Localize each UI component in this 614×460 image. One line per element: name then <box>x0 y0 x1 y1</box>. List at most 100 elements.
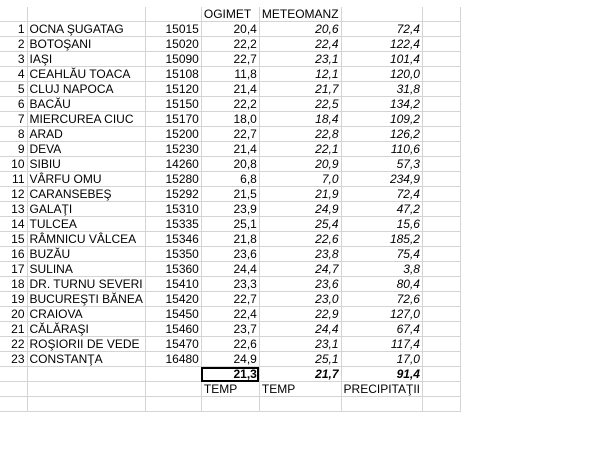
cell[interactable] <box>422 291 461 307</box>
total-ogimet-temp[interactable]: 21,3 <box>201 366 260 382</box>
ogimet-temp[interactable]: 20,8 <box>201 156 260 172</box>
row-number[interactable]: 4 <box>0 66 28 82</box>
ogimet-temp[interactable]: 22,4 <box>201 306 260 322</box>
row-number[interactable]: 22 <box>0 336 28 352</box>
total-precipitation[interactable]: 91,4 <box>341 366 423 382</box>
station-code[interactable]: 15090 <box>145 51 202 67</box>
meteomanz-temp[interactable]: 23,6 <box>259 276 342 292</box>
station-name[interactable]: IAŞI <box>27 51 146 67</box>
ogimet-temp[interactable]: 22,2 <box>201 36 260 52</box>
header-ogimet[interactable]: OGIMET <box>201 7 260 22</box>
ogimet-temp[interactable]: 25,1 <box>201 216 260 232</box>
precipitation[interactable]: 15,6 <box>341 216 423 232</box>
ogimet-temp[interactable]: 21,4 <box>201 81 260 97</box>
ogimet-temp[interactable]: 23,9 <box>201 201 260 217</box>
cell[interactable] <box>422 111 461 127</box>
cell[interactable] <box>341 396 423 412</box>
cell[interactable] <box>422 96 461 112</box>
ogimet-temp[interactable]: 22,2 <box>201 96 260 112</box>
station-code[interactable]: 15310 <box>145 201 202 217</box>
meteomanz-temp[interactable]: 22,4 <box>259 36 342 52</box>
cell[interactable] <box>0 366 28 382</box>
cell[interactable] <box>145 381 202 397</box>
precipitation[interactable]: 117,4 <box>341 336 423 352</box>
station-code[interactable]: 15410 <box>145 276 202 292</box>
cell[interactable] <box>422 381 461 397</box>
meteomanz-temp[interactable]: 21,7 <box>259 81 342 97</box>
station-name[interactable]: CLUJ NAPOCA <box>27 81 146 97</box>
cell[interactable] <box>422 141 461 157</box>
ogimet-temp[interactable]: 21,4 <box>201 141 260 157</box>
meteomanz-temp[interactable]: 23,1 <box>259 51 342 67</box>
precipitation[interactable]: 234,9 <box>341 171 423 187</box>
precipitation[interactable]: 122,4 <box>341 36 423 52</box>
meteomanz-temp[interactable]: 25,4 <box>259 216 342 232</box>
cell[interactable] <box>145 7 202 22</box>
row-number[interactable]: 3 <box>0 51 28 67</box>
station-name[interactable]: SIBIU <box>27 156 146 172</box>
station-code[interactable]: 15280 <box>145 171 202 187</box>
cell[interactable] <box>0 396 28 412</box>
cell[interactable] <box>422 81 461 97</box>
cell[interactable] <box>201 396 260 412</box>
cell[interactable] <box>422 186 461 202</box>
cell[interactable] <box>422 21 461 37</box>
station-name[interactable]: SULINA <box>27 261 146 277</box>
row-number[interactable]: 8 <box>0 126 28 142</box>
row-number[interactable]: 11 <box>0 171 28 187</box>
row-number[interactable]: 9 <box>0 141 28 157</box>
station-name[interactable]: TULCEA <box>27 216 146 232</box>
meteomanz-temp[interactable]: 24,7 <box>259 261 342 277</box>
station-name[interactable]: VÂRFU OMU <box>27 171 146 187</box>
station-name[interactable]: GALAŢI <box>27 201 146 217</box>
precipitation[interactable]: 72,4 <box>341 186 423 202</box>
row-number[interactable]: 23 <box>0 351 28 367</box>
station-code[interactable]: 15360 <box>145 261 202 277</box>
station-code[interactable]: 15200 <box>145 126 202 142</box>
meteomanz-temp[interactable]: 12,1 <box>259 66 342 82</box>
station-name[interactable]: OCNA ŞUGATAG <box>27 21 146 37</box>
station-name[interactable]: DR. TURNU SEVERI <box>27 276 146 292</box>
precipitation[interactable]: 134,2 <box>341 96 423 112</box>
station-name[interactable]: CONSTANŢA <box>27 351 146 367</box>
cell[interactable] <box>422 36 461 52</box>
cell[interactable] <box>27 7 146 22</box>
cell[interactable] <box>422 246 461 262</box>
cell[interactable] <box>259 396 342 412</box>
cell[interactable] <box>422 156 461 172</box>
row-number[interactable]: 14 <box>0 216 28 232</box>
meteomanz-temp[interactable]: 7,0 <box>259 171 342 187</box>
meteomanz-temp[interactable]: 22,8 <box>259 126 342 142</box>
row-number[interactable]: 13 <box>0 201 28 217</box>
cell[interactable] <box>422 216 461 232</box>
station-code[interactable]: 15150 <box>145 96 202 112</box>
meteomanz-temp[interactable]: 20,9 <box>259 156 342 172</box>
row-number[interactable]: 15 <box>0 231 28 247</box>
ogimet-temp[interactable]: 22,7 <box>201 126 260 142</box>
precipitation[interactable]: 67,4 <box>341 321 423 337</box>
station-name[interactable]: MIERCUREA CIUC <box>27 111 146 127</box>
station-name[interactable]: RÂMNICU VÂLCEA <box>27 231 146 247</box>
row-number[interactable]: 19 <box>0 291 28 307</box>
cell[interactable] <box>422 66 461 82</box>
precipitation[interactable]: 3,8 <box>341 261 423 277</box>
station-name[interactable]: BUZĂU <box>27 246 146 262</box>
ogimet-temp[interactable]: 20,4 <box>201 21 260 37</box>
meteomanz-temp[interactable]: 20,6 <box>259 21 342 37</box>
row-number[interactable]: 21 <box>0 321 28 337</box>
meteomanz-temp[interactable]: 23,8 <box>259 246 342 262</box>
precipitation[interactable]: 72,4 <box>341 21 423 37</box>
station-code[interactable]: 15350 <box>145 246 202 262</box>
station-code[interactable]: 15170 <box>145 111 202 127</box>
cell[interactable] <box>341 7 423 22</box>
station-name[interactable]: ARAD <box>27 126 146 142</box>
ogimet-temp[interactable]: 23,3 <box>201 276 260 292</box>
cell[interactable] <box>422 366 461 382</box>
row-number[interactable]: 20 <box>0 306 28 322</box>
station-code[interactable]: 15230 <box>145 141 202 157</box>
ogimet-temp[interactable]: 21,5 <box>201 186 260 202</box>
station-code[interactable]: 15120 <box>145 81 202 97</box>
cell[interactable] <box>27 381 146 397</box>
row-number[interactable]: 16 <box>0 246 28 262</box>
meteomanz-temp[interactable]: 22,6 <box>259 231 342 247</box>
